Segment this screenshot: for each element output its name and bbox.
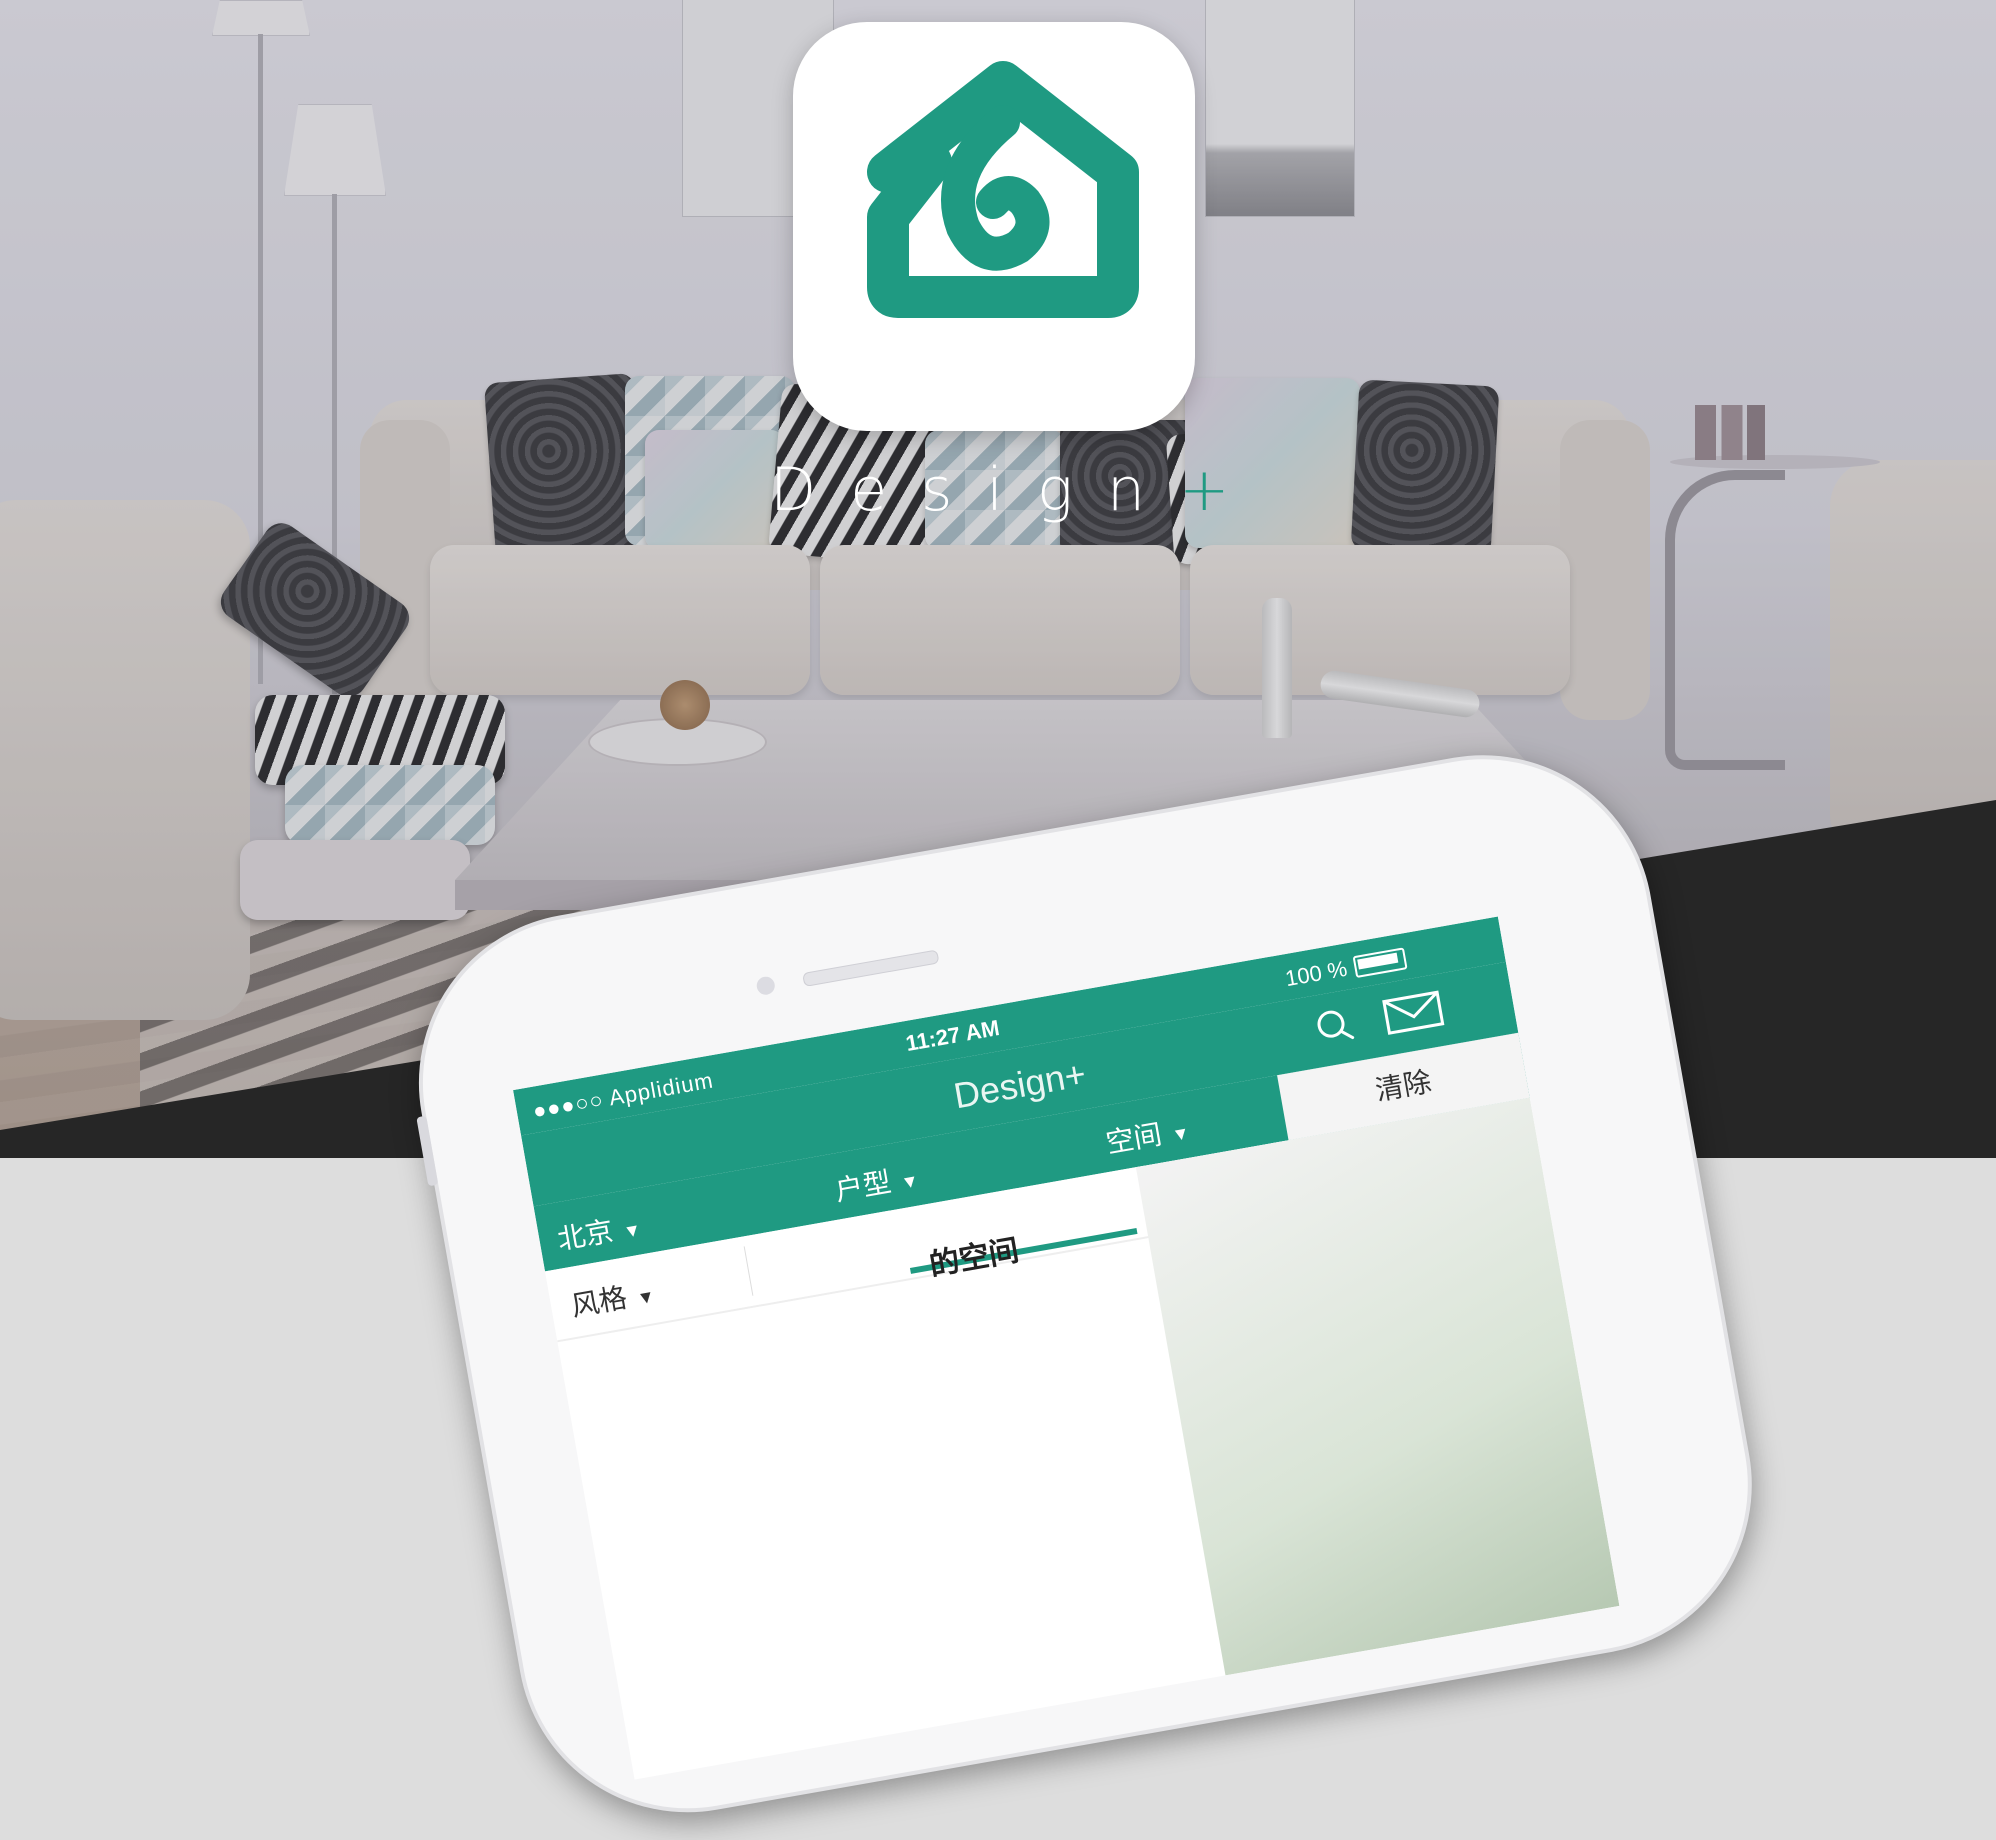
caret-down-icon: ▼ (1170, 1122, 1192, 1146)
tab-style[interactable]: 风格 ▼ (568, 1271, 658, 1325)
content-image[interactable] (1135, 1097, 1620, 1676)
status-battery-percent: 100 % (1283, 955, 1350, 992)
wordmark-plus: + (1179, 455, 1264, 525)
tab-style-label: 风格 (568, 1281, 630, 1323)
brand-wordmark: Design+ (770, 455, 1290, 525)
search-icon[interactable] (1311, 1003, 1357, 1049)
filter-space[interactable]: 空间 ▼ (1103, 1108, 1193, 1162)
filter-layout-label: 户型 (832, 1166, 894, 1207)
filter-city[interactable]: 北京 ▼ (554, 1204, 644, 1258)
wordmark-text: Design (770, 455, 1180, 525)
phone-screen: ●●●○○ Applidium 11:27 AM 100 % Design+ 北… (513, 916, 1620, 1780)
caret-down-icon: ▼ (621, 1219, 643, 1243)
filter-layout[interactable]: 户型 ▼ (832, 1155, 922, 1209)
house-logo-icon (867, 61, 1139, 318)
app-icon[interactable] (793, 22, 1195, 431)
caret-down-icon: ▼ (635, 1285, 657, 1309)
caret-down-icon: ▼ (899, 1170, 921, 1194)
mail-icon[interactable] (1380, 988, 1446, 1038)
battery-icon (1352, 947, 1408, 979)
status-time: 11:27 AM (903, 1015, 1002, 1057)
earpiece-speaker (802, 949, 940, 987)
filter-city-label: 北京 (555, 1215, 616, 1256)
filter-space-label: 空间 (1103, 1118, 1165, 1159)
divider (743, 1246, 754, 1296)
front-camera (755, 975, 777, 997)
